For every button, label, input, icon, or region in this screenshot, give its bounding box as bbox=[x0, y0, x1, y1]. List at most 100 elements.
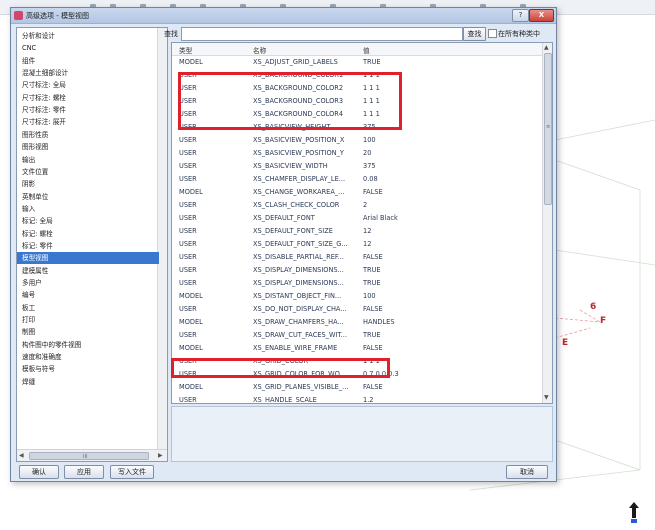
table-row[interactable]: MODEL XS_DRAW_CHAMFERS_HA... HANDLES bbox=[172, 316, 542, 329]
table-row[interactable]: USER XS_CLASH_CHECK_COLOR 2 bbox=[172, 199, 542, 212]
category-item[interactable]: 打印 bbox=[17, 314, 159, 326]
cell-value[interactable]: FALSE bbox=[363, 342, 483, 355]
cell-value[interactable]: 1.2 bbox=[363, 394, 483, 403]
table-row[interactable]: MODEL XS_ADJUST_GRID_LABELS TRUE bbox=[172, 56, 542, 69]
table-row[interactable]: MODEL XS_CHANGE_WORKAREA_... FALSE bbox=[172, 186, 542, 199]
cell-value[interactable]: TRUE bbox=[363, 56, 483, 69]
category-item[interactable]: 输入 bbox=[17, 203, 159, 215]
column-header-type[interactable]: 类型 bbox=[179, 45, 192, 55]
search-button[interactable]: 查找 bbox=[463, 27, 486, 41]
table-row[interactable]: USER XS_BASICVIEW_WIDTH 375 bbox=[172, 160, 542, 173]
category-item[interactable]: 模板与符号 bbox=[17, 363, 159, 375]
ok-button[interactable]: 确认 bbox=[19, 465, 59, 479]
category-item[interactable]: 编号 bbox=[17, 289, 159, 301]
category-item[interactable]: CNC bbox=[17, 42, 159, 54]
table-row[interactable]: USER XS_DO_NOT_DISPLAY_CHA... FALSE bbox=[172, 303, 542, 316]
cell-value[interactable]: 20 bbox=[363, 147, 483, 160]
category-item[interactable]: 板工 bbox=[17, 302, 159, 314]
category-item[interactable]: 标记: 全局 bbox=[17, 215, 159, 227]
cell-value[interactable]: 100 bbox=[363, 290, 483, 303]
cell-value[interactable]: TRUE bbox=[363, 277, 483, 290]
table-row[interactable]: MODEL XS_DISTANT_OBJECT_FIN... 100 bbox=[172, 290, 542, 303]
column-header-name[interactable]: 名称 bbox=[253, 45, 266, 55]
table-row[interactable]: USER XS_BASICVIEW_POSITION_X 100 bbox=[172, 134, 542, 147]
category-item[interactable]: 模型视图 bbox=[17, 252, 159, 265]
table-row[interactable]: USER XS_HANDLE_SCALE 1.2 bbox=[172, 394, 542, 403]
category-item[interactable]: 建模属性 bbox=[17, 265, 159, 277]
category-item[interactable]: 速度和准确度 bbox=[17, 351, 159, 363]
category-item[interactable]: 构件图中的零件视图 bbox=[17, 339, 159, 351]
cell-value[interactable]: Arial Black bbox=[363, 212, 483, 225]
cell-value[interactable]: TRUE bbox=[363, 329, 483, 342]
category-item[interactable]: 尺寸标注: 零件 bbox=[17, 104, 159, 116]
table-vertical-scrollbar[interactable]: ▲ ≡ ▼ bbox=[542, 43, 552, 403]
cell-value[interactable]: HANDLES bbox=[363, 316, 483, 329]
category-item[interactable]: 阴影 bbox=[17, 178, 159, 190]
category-item[interactable]: 制图 bbox=[17, 326, 159, 338]
cell-value[interactable]: FALSE bbox=[363, 251, 483, 264]
column-header-value[interactable]: 值 bbox=[363, 45, 370, 55]
cell-value[interactable]: FALSE bbox=[363, 303, 483, 316]
category-item[interactable]: 文件位置 bbox=[17, 166, 159, 178]
category-item[interactable]: 尺寸标注: 展开 bbox=[17, 116, 159, 128]
cell-name: XS_ENABLE_WIRE_FRAME bbox=[253, 344, 338, 352]
cell-type: USER bbox=[179, 162, 197, 170]
category-item[interactable]: 焊缝 bbox=[17, 376, 159, 388]
category-item[interactable]: 英制单位 bbox=[17, 191, 159, 203]
category-item[interactable]: 图形性质 bbox=[17, 129, 159, 141]
category-list[interactable]: ◀ III ▶ 分析和设计 CNC 组件 混凝土细部设计 尺寸标注: 全局 尺寸标注: 螺… bbox=[16, 27, 168, 462]
table-row[interactable]: USER XS_DEFAULT_FONT_SIZE 12 bbox=[172, 225, 542, 238]
apply-button[interactable]: 应用 bbox=[64, 465, 104, 479]
cell-value[interactable]: FALSE bbox=[363, 186, 483, 199]
category-item[interactable]: 混凝土细部设计 bbox=[17, 67, 159, 79]
table-row[interactable]: MODEL XS_ENABLE_WIRE_FRAME FALSE bbox=[172, 342, 542, 355]
table-row[interactable]: MODEL XS_GRID_PLANES_VISIBLE_... FALSE bbox=[172, 381, 542, 394]
table-row[interactable]: USER XS_CHAMFER_DISPLAY_LE... 0.08 bbox=[172, 173, 542, 186]
cell-value[interactable]: FALSE bbox=[363, 381, 483, 394]
scroll-thumb[interactable]: ≡ bbox=[544, 53, 552, 205]
cell-name: XS_CHAMFER_DISPLAY_LE... bbox=[253, 175, 346, 183]
search-input[interactable] bbox=[181, 27, 463, 41]
scroll-up-icon[interactable]: ▲ bbox=[544, 44, 549, 51]
cell-value[interactable]: 100 bbox=[363, 134, 483, 147]
close-button[interactable]: X bbox=[529, 9, 554, 22]
category-item[interactable]: 分析和设计 bbox=[17, 30, 159, 42]
cell-value[interactable]: TRUE bbox=[363, 264, 483, 277]
search-label: 查找 bbox=[164, 30, 178, 38]
table-row[interactable]: USER XS_BASICVIEW_POSITION_Y 20 bbox=[172, 147, 542, 160]
scroll-thumb[interactable]: III bbox=[29, 452, 149, 460]
app-icon bbox=[14, 11, 23, 20]
category-item[interactable]: 图形视图 bbox=[17, 141, 159, 153]
cell-value[interactable]: 12 bbox=[363, 238, 483, 251]
scroll-right-icon[interactable]: ▶ bbox=[158, 452, 163, 459]
dialog-titlebar[interactable]: 高级选项 - 模型视图 ? X bbox=[11, 8, 556, 24]
table-row[interactable]: USER XS_DISABLE_PARTIAL_REF... FALSE bbox=[172, 251, 542, 264]
category-item[interactable]: 多用户 bbox=[17, 277, 159, 289]
cell-value[interactable]: 12 bbox=[363, 225, 483, 238]
category-item[interactable]: 组件 bbox=[17, 55, 159, 67]
cell-value[interactable]: 2 bbox=[363, 199, 483, 212]
table-row[interactable]: USER XS_DRAW_CUT_FACES_WIT... TRUE bbox=[172, 329, 542, 342]
table-row[interactable]: USER XS_DISPLAY_DIMENSIONS... TRUE bbox=[172, 277, 542, 290]
write-file-button[interactable]: 写入文件 bbox=[110, 465, 154, 479]
cell-type: USER bbox=[179, 266, 197, 274]
category-item[interactable]: 标记: 零件 bbox=[17, 240, 159, 252]
scroll-left-icon[interactable]: ◀ bbox=[19, 452, 24, 459]
help-button[interactable]: ? bbox=[512, 9, 529, 22]
category-item[interactable]: 标记: 螺栓 bbox=[17, 228, 159, 240]
table-row[interactable]: USER XS_DEFAULT_FONT_SIZE_G... 12 bbox=[172, 238, 542, 251]
cell-name: XS_DRAW_CUT_FACES_WIT... bbox=[253, 331, 347, 339]
cell-value[interactable]: 375 bbox=[363, 160, 483, 173]
category-horizontal-scrollbar[interactable]: ◀ III ▶ bbox=[17, 449, 167, 461]
scroll-down-icon[interactable]: ▼ bbox=[544, 394, 549, 401]
category-item[interactable]: 尺寸标注: 全局 bbox=[17, 79, 159, 91]
cell-value[interactable]: 0.08 bbox=[363, 173, 483, 186]
table-row[interactable]: USER XS_DEFAULT_FONT Arial Black bbox=[172, 212, 542, 225]
cell-name: XS_DISTANT_OBJECT_FIN... bbox=[253, 292, 342, 300]
category-item[interactable]: 输出 bbox=[17, 154, 159, 166]
category-item[interactable]: 尺寸标注: 螺栓 bbox=[17, 92, 159, 104]
cancel-button[interactable]: 取消 bbox=[506, 465, 548, 479]
table-row[interactable]: USER XS_DISPLAY_DIMENSIONS... TRUE bbox=[172, 264, 542, 277]
all-categories-checkbox[interactable] bbox=[488, 29, 497, 38]
table-header: 类型 名称 值 bbox=[172, 43, 542, 56]
